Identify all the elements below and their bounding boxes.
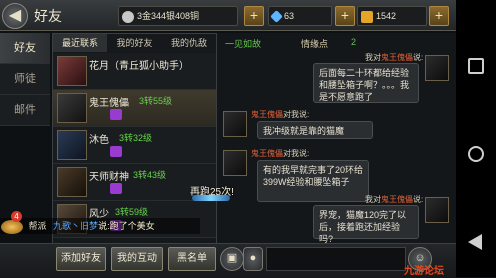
affinity-label: 情缘点: [301, 39, 329, 49]
friend-name: 天师财神: [89, 172, 129, 183]
back-nav-icon[interactable]: [468, 234, 482, 250]
home-icon[interactable]: [468, 146, 484, 162]
friend-level: 3转43级: [133, 170, 167, 180]
progress-glow: [192, 195, 230, 201]
avatar: [57, 56, 87, 86]
forum-watermark: 九游论坛: [404, 266, 444, 277]
speaker-prefix: 我对: [365, 53, 381, 62]
avatar: [57, 93, 87, 123]
diamond-currency: 63: [268, 6, 332, 26]
tab-my-friends[interactable]: 我的好友: [107, 34, 162, 52]
message-speaker: 鬼王傀儡对我说:: [251, 148, 309, 159]
speaker-suffix: 说:: [413, 53, 424, 62]
add-diamond-button[interactable]: +: [335, 6, 355, 26]
add-gold-button[interactable]: +: [429, 6, 449, 26]
heart-icon: [110, 109, 122, 120]
message-bubble: 界宠，猫魔120完了以后，接着跑还加经验吗?: [313, 205, 419, 244]
speaker-suffix: 对我说:: [283, 110, 310, 119]
friend-level: 3转55级: [139, 96, 173, 106]
speaker-name: 鬼王傀儡: [381, 195, 413, 204]
unread-badge: 4: [11, 211, 22, 222]
ticker-channel: 帮派: [28, 221, 47, 231]
friend-name: 花月（青丘狐小助手）: [89, 61, 189, 72]
ticker-sender: 九歌丶旧梦: [53, 221, 99, 231]
friend-name: 沐色: [89, 135, 109, 146]
relationship-status: 一见如故: [225, 39, 262, 49]
recent-apps-icon[interactable]: [468, 58, 484, 74]
my-avatar: [425, 197, 449, 223]
gold-ingot-icon: [361, 10, 373, 23]
message-speaker: 我对鬼王傀儡说:: [365, 52, 423, 63]
affinity-value: 2: [351, 37, 357, 47]
friend-row[interactable]: 花月（青丘狐小助手）: [53, 53, 216, 90]
message-bubble: 后面每二十环都给经验和腰坠箱子啊？。。。我是不愿意跑了: [313, 63, 419, 103]
chat-bubble-icon[interactable]: [1, 219, 23, 234]
back-button[interactable]: ◀: [2, 3, 28, 29]
heart-icon: [110, 183, 122, 194]
add-silver-button[interactable]: +: [244, 6, 264, 26]
tab-my-enemies[interactable]: 我的仇敌: [162, 34, 216, 52]
ticker-text: 说:跑了个美女: [98, 221, 155, 231]
speaker-suffix: 对我说:: [283, 149, 310, 158]
page-title: 好友: [34, 8, 62, 24]
message-bubble: 我冲级就是靠的猫魔: [257, 121, 373, 139]
diamond-amount: 63: [284, 11, 295, 21]
message-bubble: 有的我早就完事了20环给399W经验和腰坠箱子: [257, 160, 369, 202]
message-speaker: 鬼王傀儡对我说:: [251, 109, 309, 120]
speaker-prefix: 我对: [365, 195, 381, 204]
diamond-icon: [270, 10, 283, 23]
tab-mail[interactable]: 邮件: [0, 95, 50, 126]
chat-panel: 一见如故 情缘点 2 我对鬼王傀儡说: 后面每二十环都给经验和腰坠箱子啊？。。。…: [217, 33, 456, 244]
silver-coin-icon: [122, 10, 134, 23]
message-speaker: 我对鬼王傀儡说:: [365, 194, 423, 205]
avatar: [223, 111, 247, 137]
avatar: [57, 167, 87, 197]
microphone-icon[interactable]: ●: [243, 247, 263, 271]
silver-amount: 3金344银408铜: [137, 11, 200, 21]
add-friend-button[interactable]: 添加好友: [56, 247, 106, 271]
friend-row[interactable]: 沐色 3转32级: [53, 127, 216, 164]
gold-amount: 1542: [376, 11, 397, 21]
friend-level: 3转32级: [119, 133, 153, 143]
avatar: [223, 150, 247, 176]
speaker-suffix: 说:: [413, 195, 424, 204]
friend-list-panel: 最近联系 我的好友 我的仇敌 花月（青丘狐小助手） 鬼王傀儡 3转55级 沐色 …: [52, 33, 256, 245]
bag-icon[interactable]: ▣: [220, 247, 244, 271]
speaker-name: 鬼王傀儡: [381, 53, 413, 62]
gold-currency: 1542: [357, 6, 427, 26]
avatar: [57, 130, 87, 160]
android-nav-bar: [456, 0, 496, 277]
guild-chat-ticker[interactable]: 帮派 九歌丶旧梦说:跑了个美女: [0, 218, 200, 234]
friend-level: 3转59级: [115, 207, 149, 217]
blacklist-button[interactable]: 黑名单: [168, 247, 216, 271]
tab-mentor[interactable]: 师徒: [0, 64, 50, 95]
friend-row[interactable]: 鬼王傀儡 3转55级: [53, 90, 216, 127]
tab-friends[interactable]: 好友: [0, 33, 50, 64]
chat-input[interactable]: [266, 247, 406, 271]
my-avatar: [425, 55, 449, 81]
friend-name: 鬼王傀儡: [89, 98, 129, 109]
heart-icon: [110, 146, 122, 157]
speaker-name: 鬼王傀儡: [251, 149, 283, 158]
silver-currency: 3金344银408铜: [118, 6, 238, 26]
my-interaction-button[interactable]: 我的互动: [111, 247, 163, 271]
tab-recent-contacts[interactable]: 最近联系: [53, 34, 107, 52]
speaker-name: 鬼王傀儡: [251, 110, 283, 119]
